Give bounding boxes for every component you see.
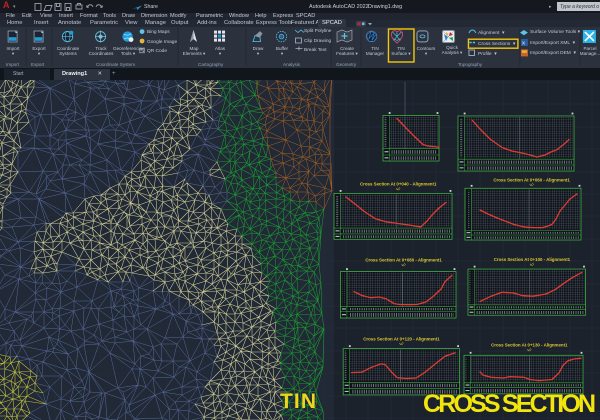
svg-text:TIN: TIN [280,390,316,413]
svg-text:Cross Section At 0+080 - Align: Cross Section At 0+080 - Alignment1 [365,258,442,263]
svg-text:Cross Section At 0+120 - Align: Cross Section At 0+120 - Alignment1 [363,336,440,341]
svg-text:Cross Section At 0+100 - Align: Cross Section At 0+100 - Alignment1 [494,257,571,262]
svg-text:Cross Section At 0+130 - Align: Cross Section At 0+130 - Alignment1 [491,343,568,348]
svg-text:Cross Section At 0+060 - Align: Cross Section At 0+060 - Alignment1 [493,177,570,182]
svg-text:Cross Section At 0+040 - Align: Cross Section At 0+040 - Alignment1 [360,182,437,187]
svg-text:CROSS SECTION: CROSS SECTION [423,390,596,418]
